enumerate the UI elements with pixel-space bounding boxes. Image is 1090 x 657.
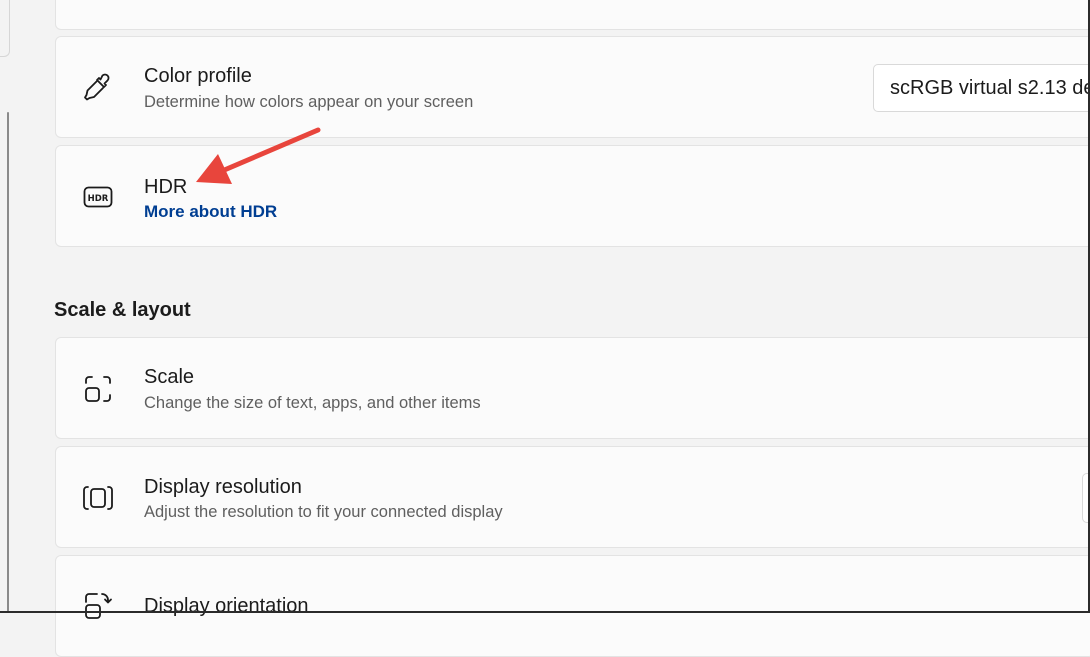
display-resolution-title: Display resolution: [144, 476, 302, 498]
scale-title: Scale: [144, 366, 195, 388]
display-orientation-icon: [82, 590, 114, 622]
scale-card[interactable]: Scale Change the size of text, apps, and…: [55, 337, 1090, 439]
color-profile-description: Determine how colors appear on your scre…: [144, 93, 474, 111]
section-header-scale-layout: Scale & layout: [54, 299, 191, 321]
display-resolution-card[interactable]: Display resolution Adjust the resolution…: [55, 446, 1090, 548]
partial-card-top[interactable]: [55, 0, 1090, 30]
display-resolution-icon: [82, 482, 114, 514]
color-profile-card[interactable]: Color profile Determine how colors appea…: [55, 36, 1090, 138]
hdr-title: HDR: [144, 176, 188, 198]
scrollbar-thumb[interactable]: [7, 112, 9, 613]
display-resolution-description: Adjust the resolution to fit your connec…: [144, 503, 503, 521]
svg-text:HDR: HDR: [88, 194, 109, 204]
hdr-icon: HDR: [82, 181, 114, 213]
color-profile-dropdown[interactable]: scRGB virtual s2.13 de: [873, 64, 1090, 112]
display-orientation-card[interactable]: Display orientation: [55, 555, 1090, 657]
display-orientation-title: Display orientation: [144, 595, 309, 617]
eyedropper-icon: [82, 71, 114, 103]
more-about-hdr-link[interactable]: More about HDR: [144, 202, 277, 222]
scale-description: Change the size of text, apps, and other…: [144, 394, 481, 412]
scale-icon: [82, 373, 114, 405]
hdr-card[interactable]: HDR HDR More about HDR: [55, 145, 1090, 247]
left-panel-edge: [0, 0, 10, 57]
color-profile-title: Color profile: [144, 65, 252, 87]
